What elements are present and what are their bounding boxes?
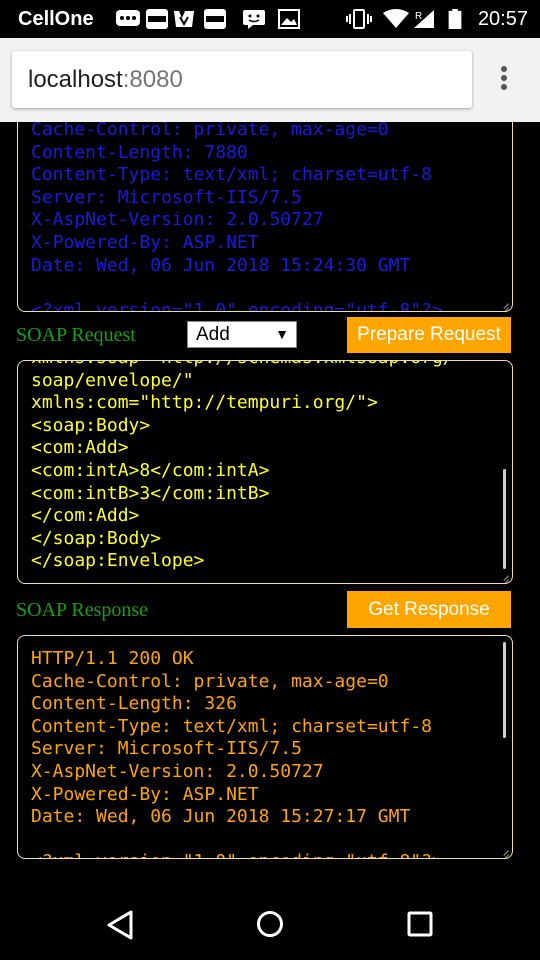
paytm-icon: [204, 9, 226, 29]
web-page: Cache-Control: private, max-age=0 Content…: [0, 122, 540, 874]
back-icon[interactable]: [106, 910, 134, 940]
text-line: Content-Length: 326: [31, 693, 237, 715]
operation-select-value: Add: [196, 324, 230, 345]
resize-handle-icon[interactable]: [499, 570, 509, 580]
myntra-icon: [174, 11, 194, 27]
text-line: </soap:Body>: [31, 527, 162, 549]
text-line: X-AspNet-Version: 2.0.50727: [31, 209, 324, 231]
text-line: X-Powered-By: ASP.NET: [31, 783, 259, 805]
text-line: <com:intB>3</com:intB>: [31, 482, 270, 504]
soap-request-label: SOAP Request: [16, 324, 136, 346]
message-icon: [116, 10, 140, 26]
operation-select[interactable]: Add ▼: [187, 321, 297, 348]
text-line: </soap:Envelope>: [31, 550, 205, 572]
text-line: [31, 277, 443, 300]
text-line: X-AspNet-Version: 2.0.50727: [31, 760, 324, 782]
resize-handle-icon[interactable]: [499, 845, 509, 855]
url-bar[interactable]: localhost:8080: [12, 51, 472, 108]
soap-request-textarea[interactable]: xmlns:soap="http://schemas.xmlsoap.org/s…: [17, 360, 513, 584]
url-text: localhost:8080: [28, 66, 183, 94]
recents-icon[interactable]: [407, 911, 433, 937]
home-icon[interactable]: [256, 910, 284, 938]
chevron-down-icon: ▼: [275, 326, 289, 342]
url-host: localhost: [28, 66, 123, 93]
chat-icon: [243, 10, 265, 29]
text-line: Content-Length: 7880: [31, 141, 248, 163]
overflow-menu-icon[interactable]: [497, 66, 511, 96]
text-line: HTTP/1.1 200 OK: [31, 648, 194, 669]
text-line: <?xml version="1.0" encoding="utf-8"?>: [31, 851, 443, 858]
text-line: xmlns:soap="http://schemas.xmlsoap.org/: [31, 361, 454, 370]
battery-icon: [448, 9, 462, 29]
response-scrollbar[interactable]: [503, 642, 506, 738]
text-line: <com:intA>8</com:intA>: [31, 459, 270, 481]
text-line: <?xml version="1.0" encoding="utf-8"?>: [31, 299, 443, 312]
request-scrollbar[interactable]: [503, 469, 506, 569]
paytm-icon: [146, 9, 168, 29]
text-line: Date: Wed, 06 Jun 2018 15:24:30 GMT: [31, 254, 411, 276]
wifi-icon: [383, 9, 409, 28]
clock: 20:57: [477, 8, 528, 30]
text-line: xmlns:com="http://tempuri.org/">: [31, 392, 378, 414]
carrier-name: CellOne: [18, 8, 94, 30]
text-line: Content-Type: text/xml; charset=utf-8: [31, 715, 432, 737]
text-line: Cache-Control: private, max-age=0: [31, 670, 389, 692]
system-nav-bar: [0, 874, 540, 960]
text-line: soap/envelope/": [31, 369, 194, 391]
http-headers-textarea[interactable]: Cache-Control: private, max-age=0 Content…: [17, 122, 513, 312]
text-line: Cache-Control: private, max-age=0: [31, 122, 389, 140]
get-response-button[interactable]: Get Response: [347, 591, 511, 628]
svg-text:R: R: [415, 11, 422, 22]
status-bar: CellOne R 20:57: [0, 0, 540, 38]
url-port: :8080: [122, 66, 183, 93]
vibrate-icon: [346, 9, 372, 29]
browser-toolbar: localhost:8080: [0, 38, 540, 122]
text-line: <com:Add>: [31, 437, 129, 459]
text-line: </com:Add>: [31, 505, 140, 527]
text-line: X-Powered-By: ASP.NET: [31, 231, 259, 253]
text-line: [31, 829, 443, 852]
signal-icon: R: [414, 10, 434, 28]
text-line: <soap:Body>: [31, 414, 151, 436]
soap-response-textarea[interactable]: HTTP/1.1 200 OK Cache-Control: private, m…: [17, 635, 513, 859]
soap-response-label: SOAP Response: [16, 599, 149, 621]
text-line: Server: Microsoft-IIS/7.5: [31, 186, 302, 208]
text-line: Server: Microsoft-IIS/7.5: [31, 738, 302, 760]
prepare-request-button[interactable]: Prepare Request: [347, 317, 511, 353]
resize-handle-icon[interactable]: [499, 298, 509, 308]
text-line: Date: Wed, 06 Jun 2018 15:27:17 GMT: [31, 806, 411, 828]
text-line: Content-Type: text/xml; charset=utf-8: [31, 164, 432, 186]
image-icon: [278, 9, 300, 29]
